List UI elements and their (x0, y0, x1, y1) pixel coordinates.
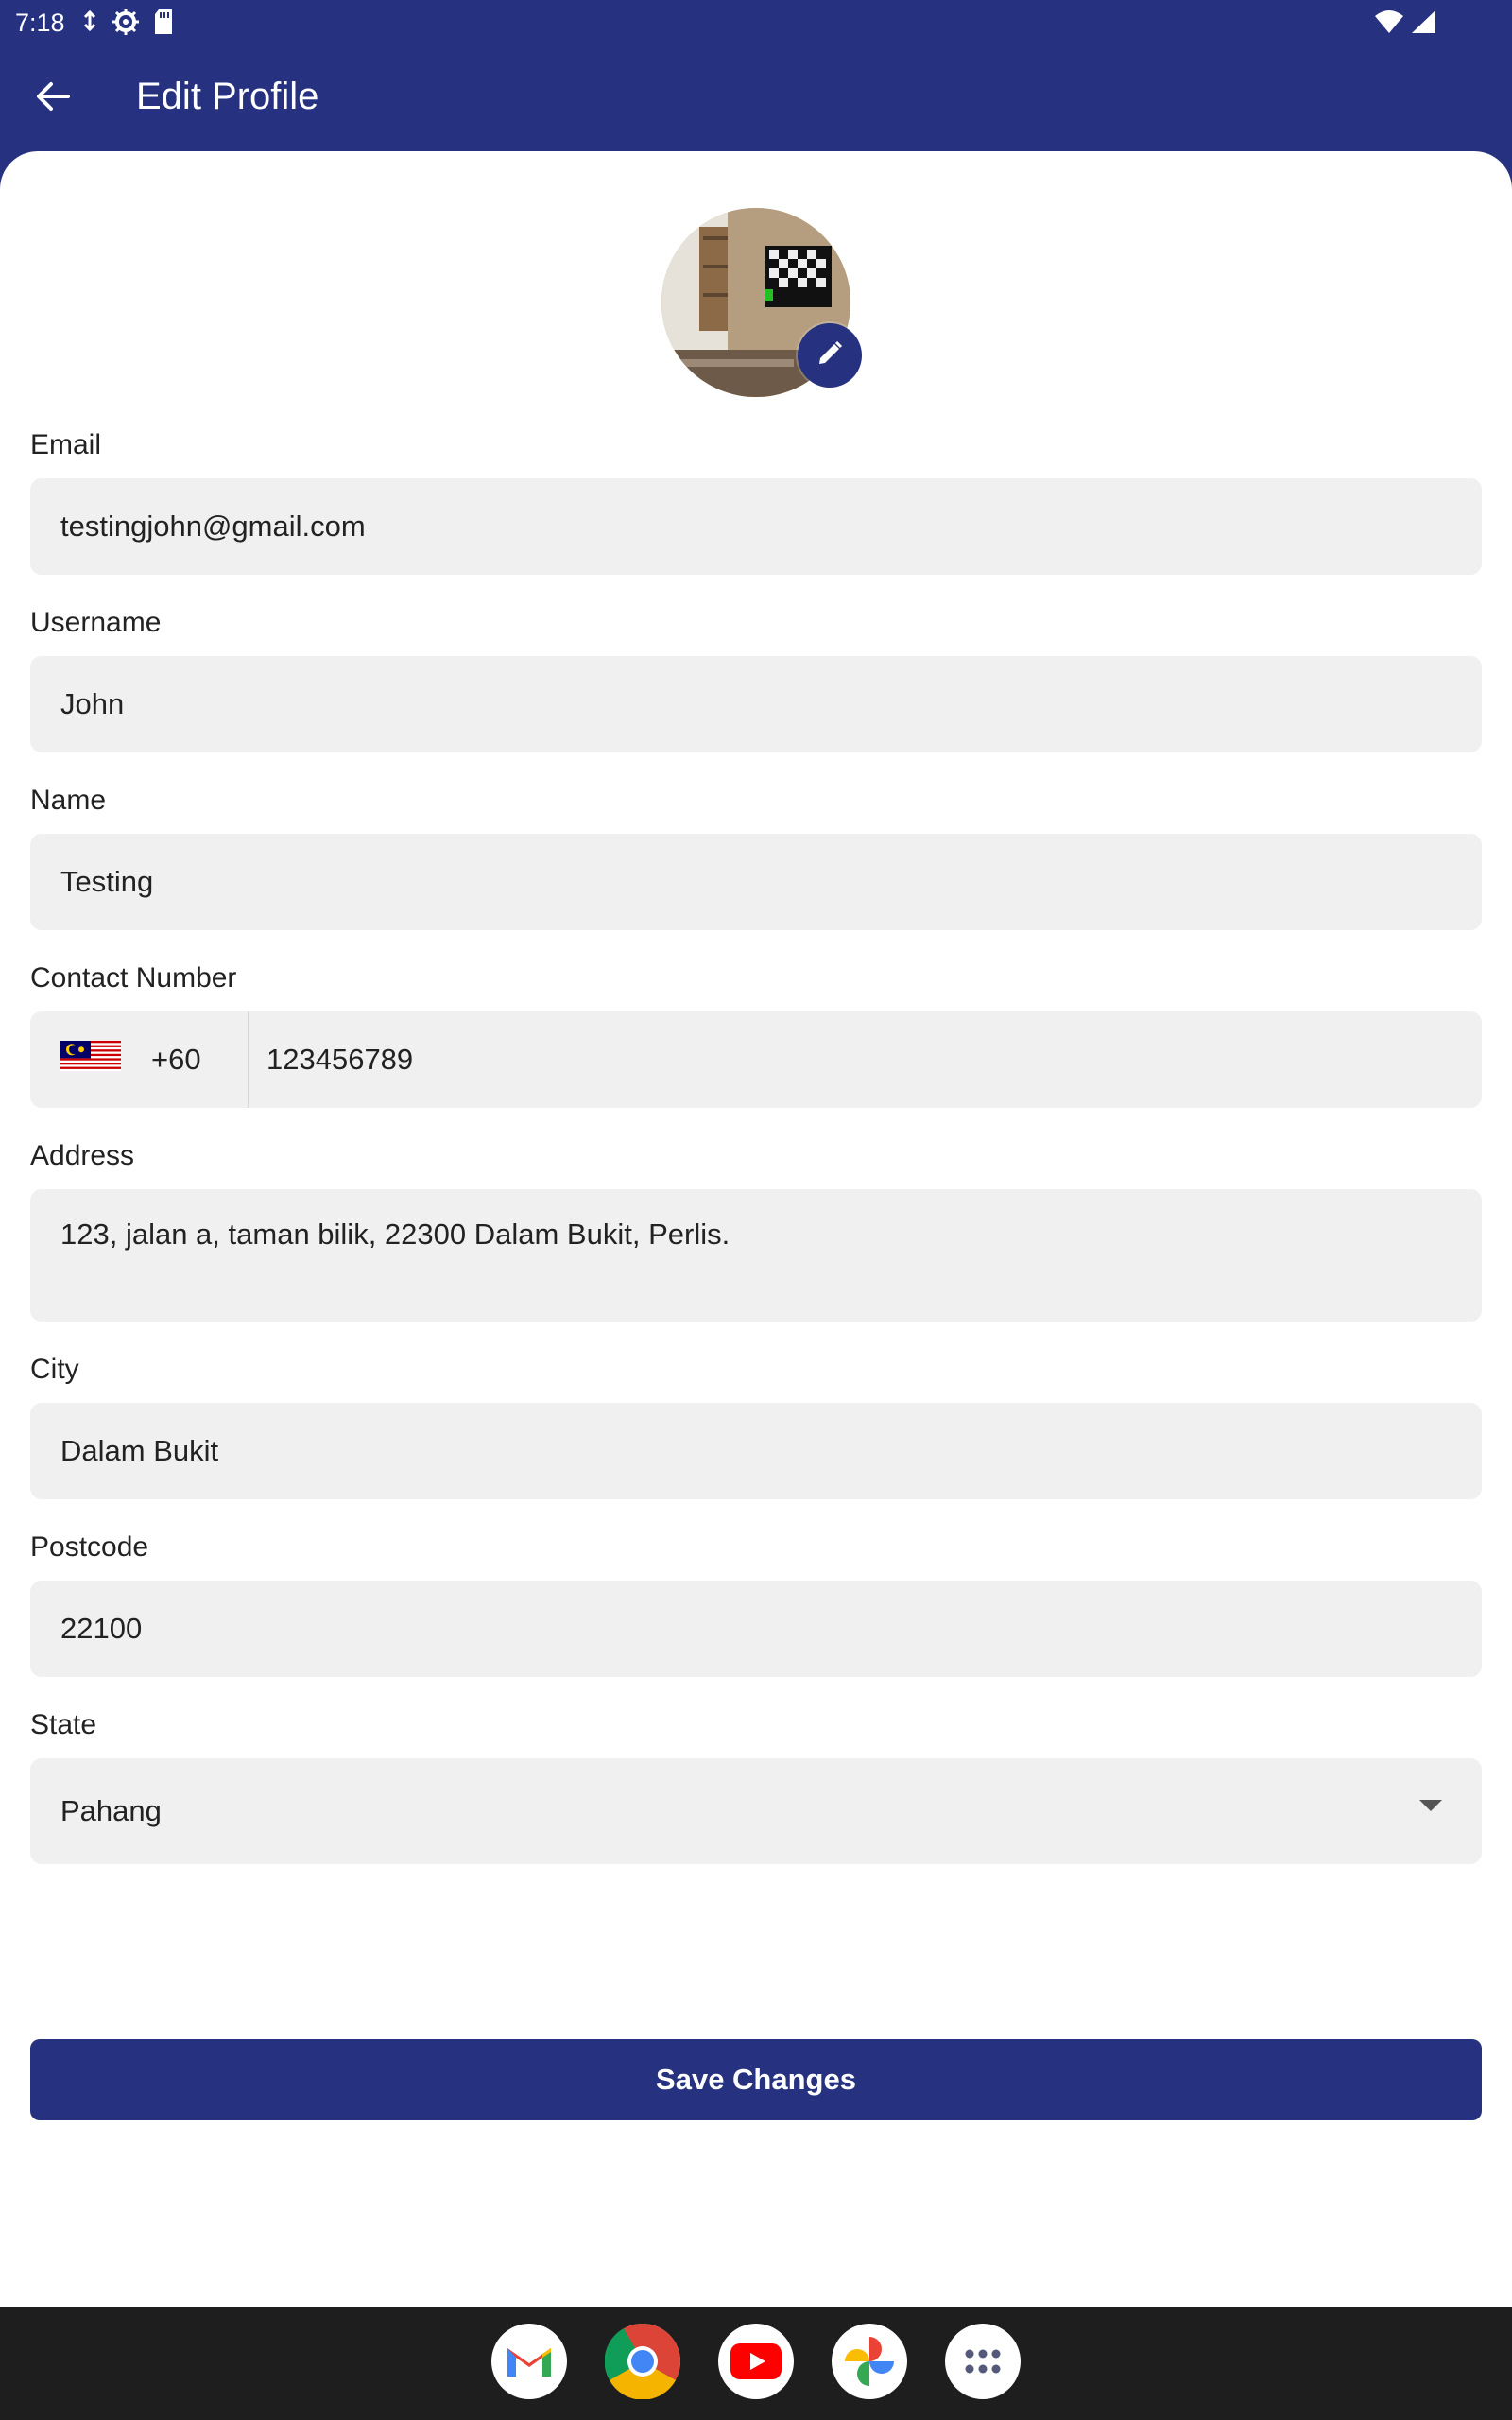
username-label: Username (30, 607, 162, 638)
address-label: Address (30, 1140, 135, 1171)
status-left-icons (81, 8, 174, 43)
youtube-icon[interactable] (718, 2324, 794, 2399)
email-field[interactable]: testingjohn@gmail.com (30, 478, 1482, 575)
sd-card-icon (153, 9, 174, 42)
app-bar: Edit Profile (0, 47, 1512, 151)
signal-icon (1410, 9, 1436, 41)
name-field[interactable]: Testing (30, 834, 1482, 930)
usb-debug-icon (81, 9, 98, 41)
page-title: Edit Profile (136, 76, 319, 117)
settings-gear-icon (112, 8, 140, 43)
contact-number-label: Contact Number (30, 962, 237, 994)
save-changes-button[interactable]: Save Changes (30, 2039, 1482, 2120)
dropdown-arrow-icon (1419, 1800, 1442, 1811)
status-right-icons (1374, 9, 1436, 41)
state-label: State (30, 1709, 97, 1740)
phone-number-value: 123456789 (266, 1043, 414, 1076)
status-bar: 7:18 (0, 0, 1512, 47)
country-code-picker[interactable]: +60 (30, 1011, 249, 1108)
taskbar (0, 2307, 1512, 2420)
edit-avatar-button[interactable] (798, 323, 862, 388)
malaysia-flag-icon (60, 1041, 121, 1079)
status-time: 7:18 (15, 9, 65, 37)
address-field[interactable]: 123, jalan a, taman bilik, 22300 Dalam B… (30, 1189, 1482, 1322)
city-label: City (30, 1354, 79, 1385)
country-code: +60 (151, 1043, 201, 1076)
postcode-field[interactable]: 22100 (30, 1581, 1482, 1677)
pencil-icon (816, 339, 844, 372)
username-value: John (60, 687, 125, 720)
city-value: Dalam Bukit (60, 1434, 219, 1467)
postcode-label: Postcode (30, 1531, 149, 1563)
username-field[interactable]: John (30, 656, 1482, 752)
back-button[interactable] (25, 79, 81, 117)
chrome-icon[interactable] (605, 2324, 680, 2399)
avatar-container (662, 208, 862, 397)
email-value: testingjohn@gmail.com (60, 510, 366, 543)
app-dock (491, 2324, 1021, 2399)
state-value: Pahang (60, 1794, 162, 1827)
photos-icon[interactable] (832, 2324, 907, 2399)
name-label: Name (30, 785, 107, 816)
profile-form-sheet: Email testingjohn@gmail.com Username Joh… (0, 151, 1512, 2307)
email-label: Email (30, 429, 102, 460)
contact-number-field[interactable]: +60 123456789 (30, 1011, 1482, 1108)
wifi-icon (1374, 9, 1404, 41)
address-value: 123, jalan a, taman bilik, 22300 Dalam B… (60, 1218, 730, 1251)
city-field[interactable]: Dalam Bukit (30, 1403, 1482, 1499)
postcode-value: 22100 (60, 1612, 143, 1645)
arrow-back-icon (36, 81, 70, 116)
name-value: Testing (60, 865, 154, 898)
state-dropdown[interactable]: Pahang (30, 1758, 1482, 1864)
app-drawer-icon[interactable] (945, 2324, 1021, 2399)
gmail-icon[interactable] (491, 2324, 567, 2399)
